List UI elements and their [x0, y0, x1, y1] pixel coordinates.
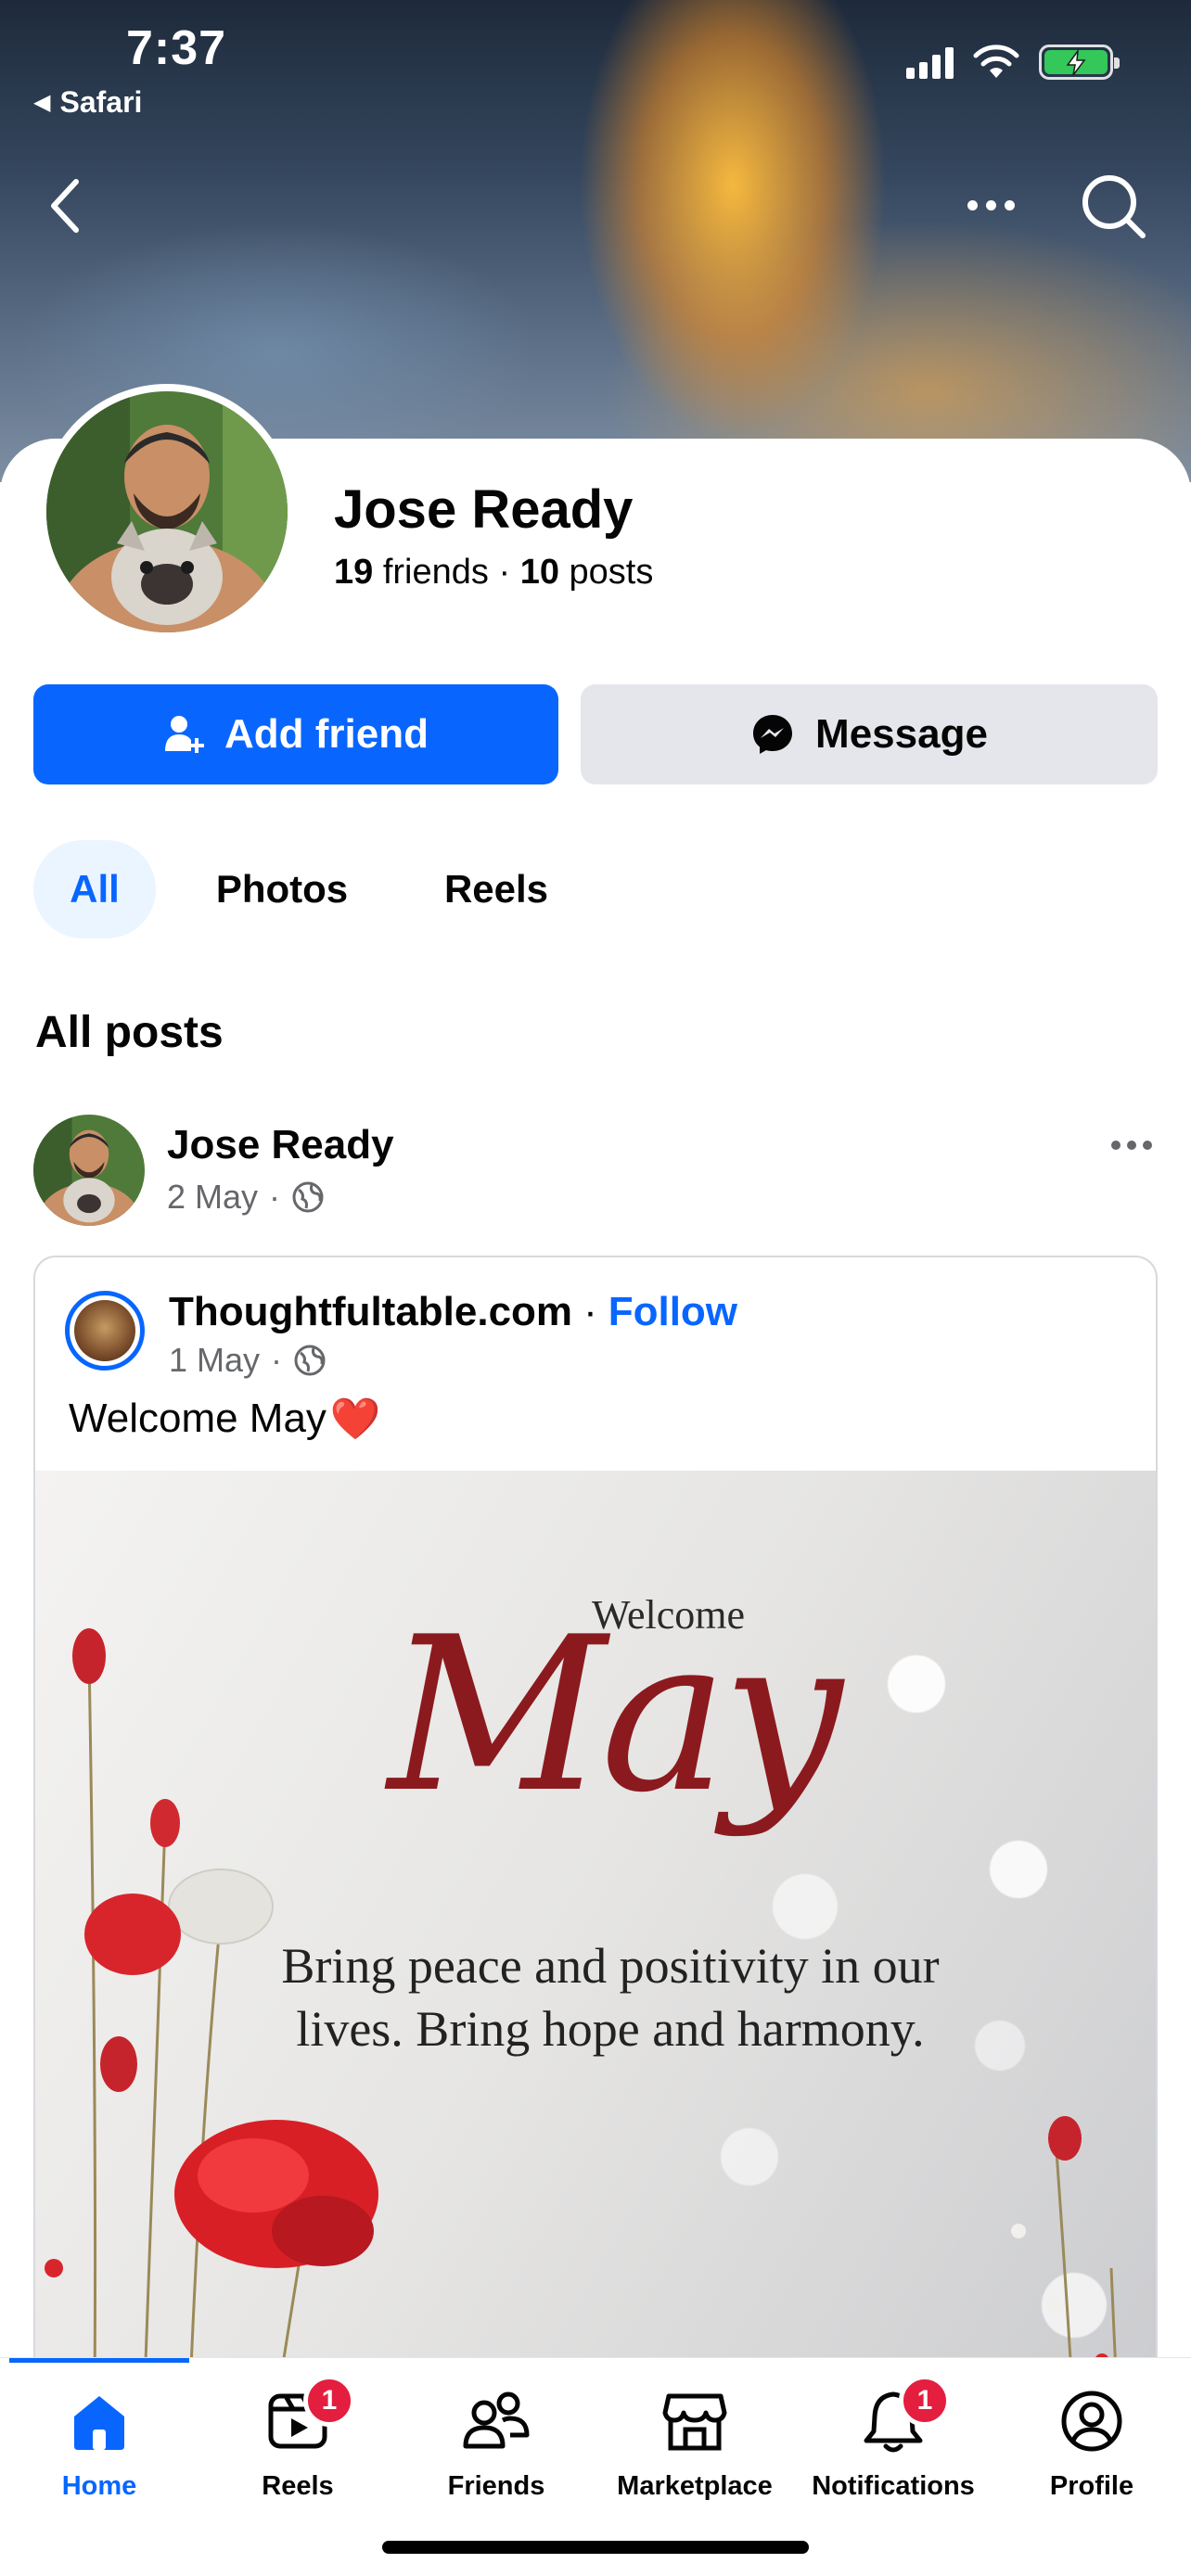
search-icon [1082, 175, 1146, 238]
nav-reels[interactable]: 1 Reels [198, 2375, 397, 2523]
cellular-signal-icon [906, 45, 954, 79]
back-app-label: Safari [59, 85, 143, 119]
stats-separator: · [498, 553, 511, 592]
post-date[interactable]: 2 May [167, 1178, 258, 1217]
add-friend-button[interactable]: Add friend [33, 684, 558, 784]
battery-icon [1039, 45, 1120, 80]
nav-friends-label: Friends [447, 2471, 545, 2501]
back-button[interactable] [37, 169, 93, 243]
message-button[interactable]: Message [581, 684, 1158, 784]
post-author-name[interactable]: Jose Ready [167, 1122, 394, 1168]
shared-page-header: Thoughtfultable.com · Follow [169, 1289, 737, 1335]
filter-reels[interactable]: Reels [408, 840, 584, 938]
profile-stats: 19 friends · 10 posts [334, 553, 653, 593]
filter-all[interactable]: All [33, 840, 156, 938]
status-time: 7:37 [126, 21, 227, 75]
post-meta: 2 May · [167, 1178, 325, 1217]
wifi-icon [973, 45, 1019, 78]
nav-profile[interactable]: Profile [992, 2384, 1191, 2523]
friends-count[interactable]: 19 [334, 553, 373, 592]
shared-post-meta: 1 May · [169, 1341, 327, 1380]
nav-marketplace[interactable]: Marketplace [596, 2384, 794, 2523]
home-indicator [382, 2541, 809, 2554]
nav-notifications[interactable]: 1 Notifications [794, 2375, 992, 2523]
friends-label[interactable]: friends [383, 553, 489, 592]
active-tab-indicator [9, 2358, 189, 2363]
search-button[interactable] [1074, 167, 1152, 245]
more-options-button[interactable] [955, 182, 1026, 228]
notifications-badge: 1 [899, 2375, 951, 2427]
filter-photos[interactable]: Photos [180, 840, 384, 938]
profile-name: Jose Ready [334, 479, 634, 540]
messenger-icon [753, 715, 793, 754]
post-more-dots-icon [1111, 1141, 1121, 1150]
nav-profile-label: Profile [1049, 2471, 1134, 2501]
shared-post-text: Welcome May ❤️ [69, 1395, 381, 1443]
post-author-avatar[interactable] [33, 1115, 145, 1226]
shared-post-caption: Welcome May [69, 1396, 327, 1441]
profile-icon [1061, 2391, 1122, 2452]
system-icons [906, 45, 1120, 80]
nav-reels-label: Reels [262, 2471, 334, 2501]
nav-friends[interactable]: Friends [397, 2384, 596, 2523]
shared-page-avatar[interactable] [65, 1291, 145, 1371]
nav-home[interactable]: Home [0, 2384, 198, 2523]
chevron-left-icon [51, 179, 79, 233]
posts-count: 10 [519, 553, 559, 592]
post-more-button[interactable] [1104, 1131, 1159, 1159]
add-friend-label: Add friend [224, 711, 429, 757]
nav-marketplace-label: Marketplace [617, 2471, 773, 2501]
globe-icon [294, 1345, 326, 1376]
meta-dot: · [269, 1178, 281, 1216]
profile-photo [46, 391, 288, 632]
heart-emoji: ❤️ [329, 1396, 381, 1442]
shared-post-date[interactable]: 1 May [169, 1341, 260, 1380]
nav-notifications-label: Notifications [812, 2471, 975, 2501]
image-may-text: May [388, 1592, 843, 1840]
back-triangle-icon: ◀ [33, 90, 51, 115]
shared-page-name[interactable]: Thoughtfultable.com [169, 1289, 572, 1335]
add-person-icon [165, 716, 204, 753]
status-bar: 7:37 ◀ Safari [0, 0, 1191, 130]
section-title: All posts [35, 1008, 224, 1057]
profile-avatar[interactable] [39, 384, 295, 640]
posts-label: posts [569, 553, 654, 592]
globe-icon [292, 1181, 324, 1213]
shared-dot: · [583, 1289, 597, 1334]
marketplace-icon [662, 2393, 727, 2451]
reels-badge: 1 [303, 2375, 355, 2427]
message-label: Message [815, 711, 988, 757]
home-icon [74, 2396, 124, 2450]
more-dots-icon [967, 199, 978, 210]
follow-button[interactable]: Follow [608, 1289, 737, 1335]
nav-home-label: Home [61, 2471, 137, 2501]
back-to-app-link[interactable]: ◀ Safari [33, 85, 142, 120]
image-quote: Bring peace and positivity in our lives.… [281, 1938, 940, 2057]
friends-icon [463, 2391, 530, 2449]
